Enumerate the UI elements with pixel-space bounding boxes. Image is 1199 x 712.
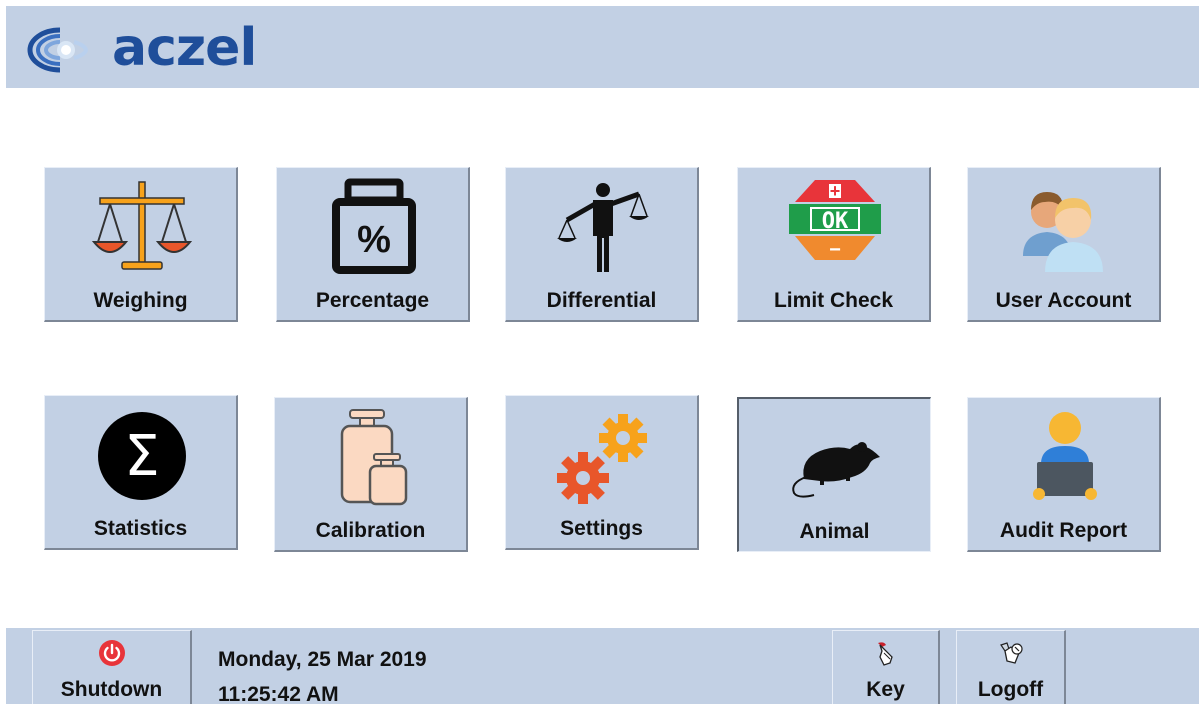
time-text: 11:25:42 AM: [218, 683, 339, 706]
settings-button[interactable]: Settings: [505, 395, 699, 550]
footer-bar: Shutdown Monday, 25 Mar 2019 11:25:42 AM…: [6, 628, 1199, 706]
rat-icon: [792, 442, 880, 498]
key-button[interactable]: Key: [832, 630, 940, 704]
gears-icon: [557, 414, 647, 504]
sigma-icon: Σ: [98, 412, 186, 500]
plus-sign: +: [830, 181, 841, 201]
logoff-button[interactable]: Logoff: [956, 630, 1066, 704]
header-bar: aczel: [6, 6, 1199, 88]
weighing-button[interactable]: Weighing: [44, 167, 238, 322]
ok-text: OK: [822, 209, 849, 234]
weighing-label: Weighing: [93, 289, 188, 312]
key-label: Key: [866, 678, 905, 701]
percentage-button[interactable]: % Percentage: [276, 167, 470, 322]
logoff-label: Logoff: [977, 678, 1044, 701]
date-text: Monday, 25 Mar 2019: [218, 648, 427, 671]
audit-report-button[interactable]: Audit Report: [967, 397, 1161, 552]
animal-label: Animal: [799, 520, 870, 543]
settings-label: Settings: [560, 517, 643, 540]
users-icon: [1023, 192, 1103, 272]
user-account-button[interactable]: User Account: [967, 167, 1161, 322]
animal-button[interactable]: Animal: [737, 397, 931, 552]
percent-symbol: %: [357, 219, 391, 261]
power-icon: [98, 640, 125, 666]
differential-label: Differential: [546, 289, 657, 312]
limit-check-button[interactable]: + OK − Limit Check: [737, 167, 931, 322]
shutdown-label: Shutdown: [60, 678, 163, 701]
minus-sign: −: [829, 239, 841, 261]
percentage-label: Percentage: [315, 289, 430, 312]
balance-scale-icon: [92, 181, 192, 270]
calibration-weights-icon: [340, 409, 408, 506]
differential-button[interactable]: Differential: [505, 167, 699, 322]
logoff-icon: [999, 642, 1023, 664]
user-account-label: User Account: [995, 289, 1132, 312]
calibration-label: Calibration: [315, 519, 426, 542]
person-scale-icon: [557, 183, 649, 272]
sigma-symbol: Σ: [124, 424, 159, 489]
datetime-display: Monday, 25 Mar 2019 11:25:42 AM: [218, 642, 427, 712]
aczel-logo-icon: [27, 27, 89, 73]
statistics-label: Statistics: [93, 517, 188, 540]
shutdown-button[interactable]: Shutdown: [32, 630, 192, 704]
percent-weight-icon: %: [332, 178, 416, 274]
aczel-logo: aczel: [20, 18, 320, 80]
brand-name: aczel: [112, 18, 257, 78]
limit-check-icon: + OK −: [789, 180, 881, 261]
calibration-button[interactable]: Calibration: [274, 397, 468, 552]
key-pointer-icon: [877, 642, 893, 666]
statistics-button[interactable]: Σ Statistics: [44, 395, 238, 550]
auditor-icon: [1033, 412, 1097, 500]
limit-check-label: Limit Check: [773, 289, 894, 312]
audit-report-label: Audit Report: [999, 519, 1128, 542]
